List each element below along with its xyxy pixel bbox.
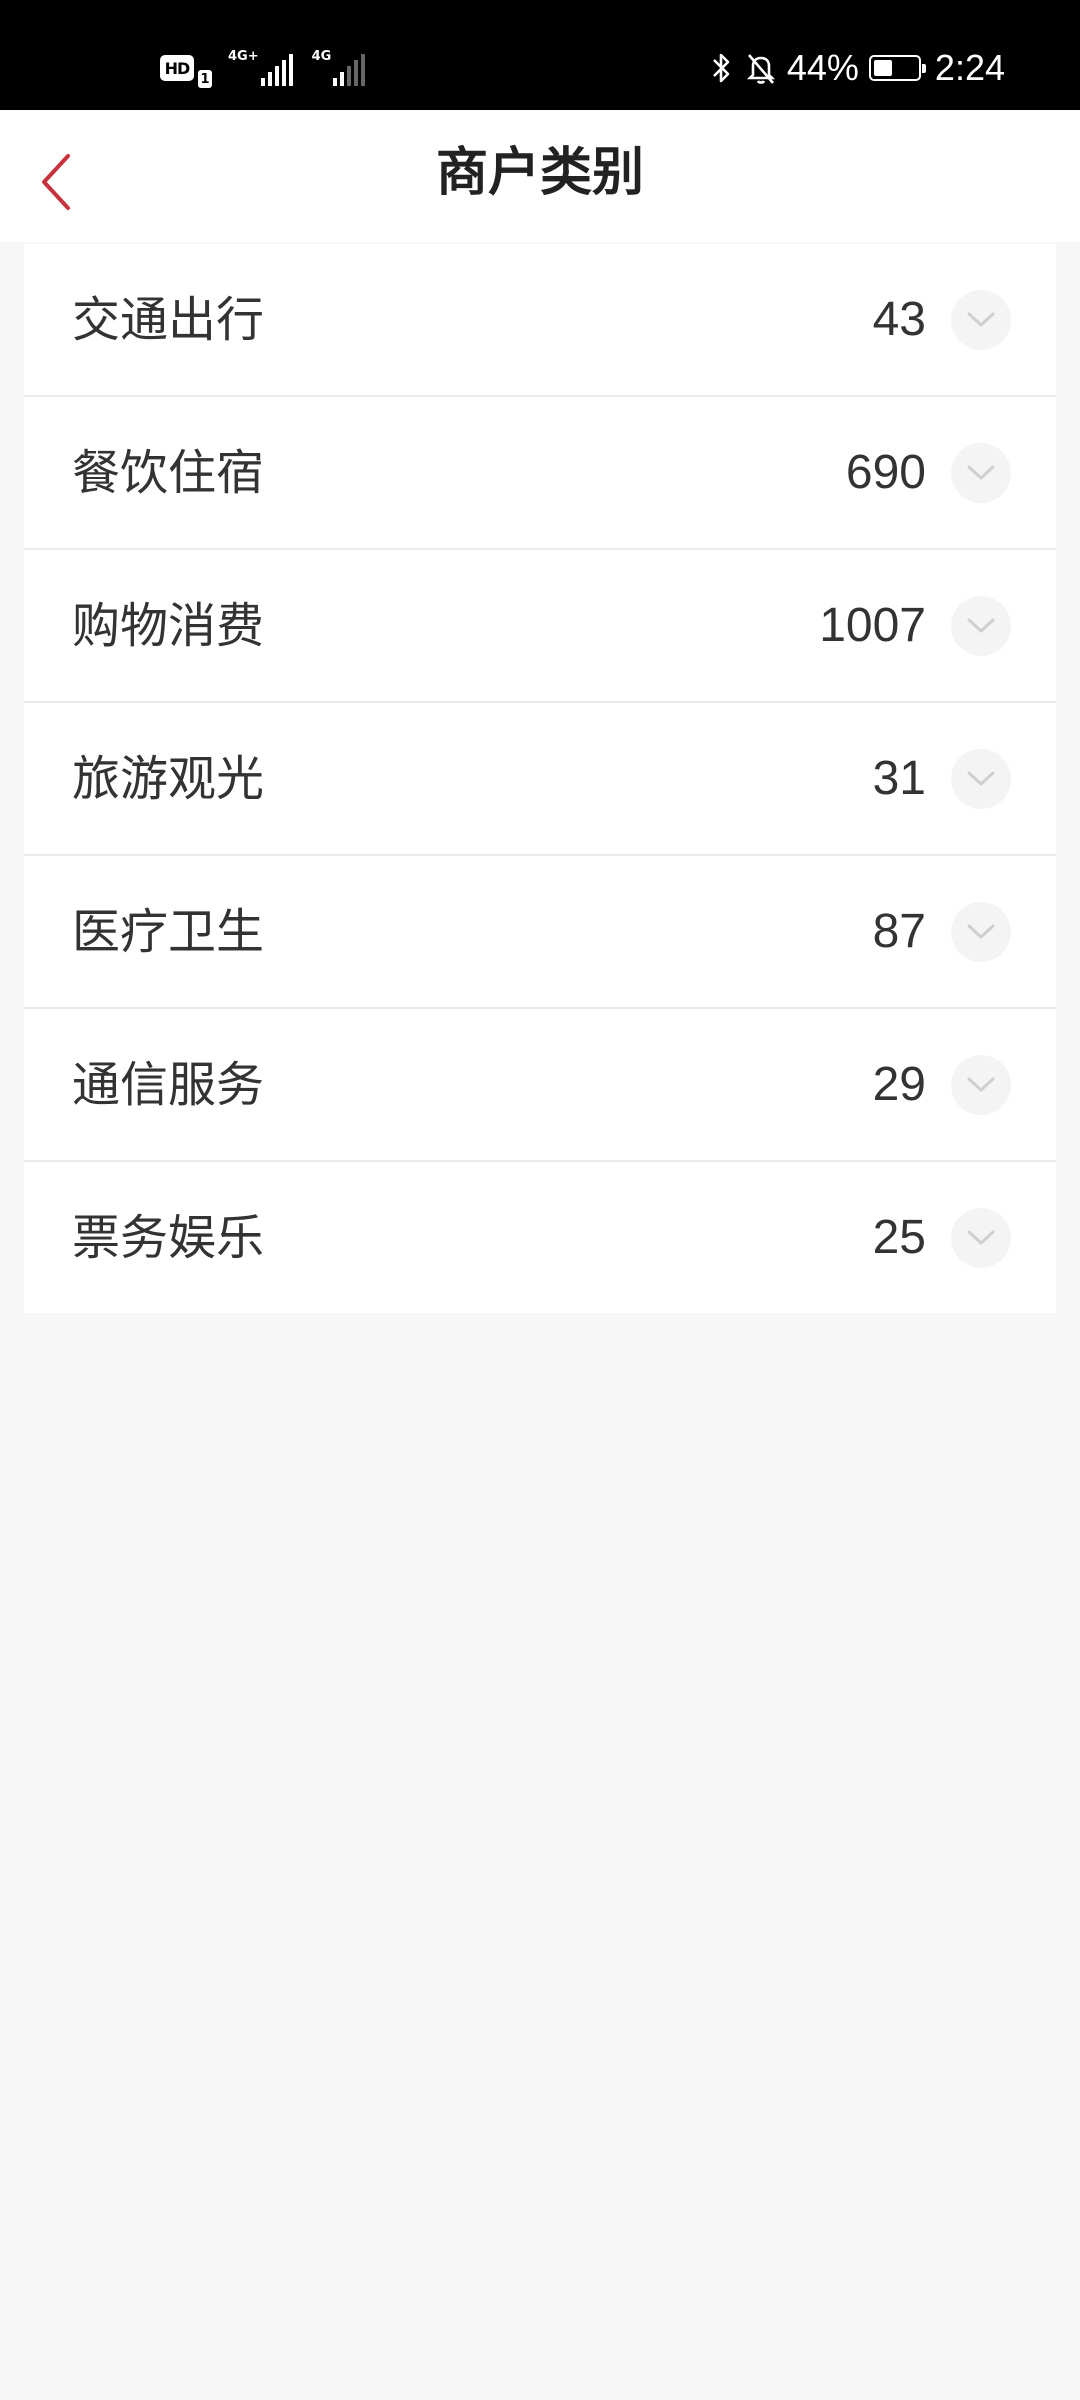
status-right: 44% 2:24	[709, 47, 1005, 88]
category-name: 旅游观光	[72, 750, 265, 807]
category-name: 医疗卫生	[72, 903, 265, 960]
mute-bell-icon	[745, 51, 777, 85]
battery-icon	[868, 55, 926, 81]
status-bar: HD 1 4G+ 4G 44% 2:24	[0, 0, 1080, 110]
sim-number-badge: 1	[198, 70, 212, 88]
category-count: 29	[872, 1057, 926, 1111]
expand-button[interactable]	[951, 595, 1011, 656]
expand-button[interactable]	[951, 1054, 1011, 1115]
battery-percent: 44%	[786, 47, 859, 88]
category-count: 1007	[819, 598, 926, 652]
chevron-down-icon	[967, 312, 995, 326]
sim2-network-label: 4G	[311, 49, 332, 64]
sim2-signal-icon: 4G	[312, 50, 369, 86]
category-row[interactable]: 旅游观光 31	[24, 703, 1056, 856]
expand-button[interactable]	[951, 442, 1011, 503]
category-row[interactable]: 医疗卫生 87	[24, 856, 1056, 1009]
bluetooth-icon	[709, 51, 733, 85]
category-count: 690	[845, 445, 926, 499]
category-list: 交通出行 43 餐饮住宿 690 购物消费 1007 旅游观光 31 医疗卫生 …	[24, 244, 1056, 1313]
chevron-down-icon	[967, 771, 995, 785]
clock: 2:24	[934, 47, 1005, 88]
category-name: 票务娱乐	[72, 1209, 265, 1266]
category-row[interactable]: 餐饮住宿 690	[24, 397, 1056, 550]
expand-button[interactable]	[951, 289, 1011, 350]
category-name: 购物消费	[72, 597, 265, 654]
expand-button[interactable]	[951, 1207, 1011, 1268]
category-count: 31	[872, 751, 926, 805]
category-count: 25	[872, 1210, 926, 1264]
category-row[interactable]: 通信服务 29	[24, 1009, 1056, 1162]
hd-voice-icon: HD	[160, 55, 194, 81]
category-row[interactable]: 交通出行 43	[24, 244, 1056, 397]
chevron-down-icon	[967, 1077, 995, 1091]
app-header: 商户类别	[0, 110, 1080, 242]
expand-button[interactable]	[951, 748, 1011, 809]
chevron-down-icon	[967, 618, 995, 632]
status-left: HD 1 4G+ 4G	[160, 48, 368, 88]
category-row[interactable]: 购物消费 1007	[24, 550, 1056, 703]
category-name: 餐饮住宿	[72, 444, 265, 501]
sim1-signal-icon: 4G+	[228, 50, 296, 86]
expand-button[interactable]	[951, 901, 1011, 962]
chevron-down-icon	[967, 465, 995, 479]
category-name: 交通出行	[72, 291, 265, 348]
category-name: 通信服务	[72, 1056, 265, 1113]
chevron-down-icon	[967, 1230, 995, 1244]
category-count: 43	[872, 292, 926, 346]
chevron-down-icon	[967, 924, 995, 938]
page-title: 商户类别	[435, 143, 644, 203]
sim1-network-label: 4G+	[228, 49, 259, 64]
category-count: 87	[872, 904, 926, 958]
category-row[interactable]: 票务娱乐 25	[24, 1162, 1056, 1313]
